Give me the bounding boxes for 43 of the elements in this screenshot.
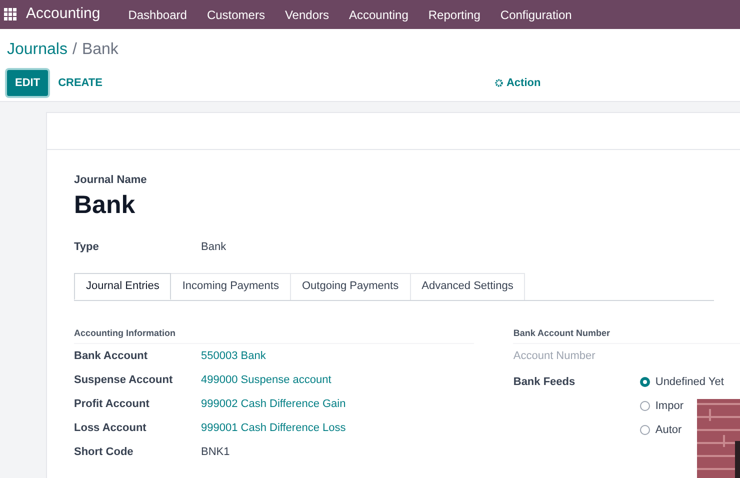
tab[interactable]: Advanced Settings <box>410 272 526 300</box>
account-number-field[interactable]: Account Number <box>513 348 634 364</box>
menu-item[interactable]: Configuration <box>490 6 582 24</box>
breadcrumb-separator: / <box>72 40 77 60</box>
radio-label[interactable]: Autor <box>655 422 682 438</box>
field-label: Profit Account <box>74 396 150 412</box>
breadcrumb-current: Bank <box>82 40 118 60</box>
account-link[interactable]: 550003 Bank <box>201 348 266 364</box>
edit-button[interactable]: EDIT <box>7 70 48 96</box>
menu-item[interactable]: Reporting <box>418 6 490 24</box>
tab[interactable]: Journal Entries <box>74 272 172 300</box>
menu-item[interactable]: Accounting <box>339 6 418 24</box>
account-link[interactable]: 999002 Cash Difference Gain <box>201 396 346 412</box>
create-button[interactable]: CREATE <box>58 74 102 92</box>
field-label: Short Code <box>74 444 134 460</box>
radio-button[interactable] <box>640 425 650 435</box>
field-label: Bank Account <box>74 348 149 364</box>
field-value: Bank <box>201 240 226 256</box>
gear-icon <box>495 79 504 87</box>
section-title: Bank Account Number <box>513 326 740 344</box>
app-title[interactable]: Accounting <box>26 3 100 26</box>
account-link[interactable]: 999001 Cash Difference Loss <box>201 420 346 436</box>
breadcrumb-link[interactable]: Journals <box>7 38 68 62</box>
radio-label[interactable]: Impor <box>655 398 684 414</box>
field-label: Type <box>74 240 100 256</box>
menu-item[interactable]: Customers <box>196 6 275 24</box>
field-label: Loss Account <box>74 420 148 436</box>
field-value: BNK1 <box>201 444 230 460</box>
field-label: Suspense Account <box>74 372 174 388</box>
field-label: Journal Name <box>74 173 148 188</box>
menu-item[interactable]: Dashboard <box>118 6 197 24</box>
radio-button[interactable] <box>640 401 650 411</box>
apps-grid-icon[interactable] <box>4 8 17 21</box>
menu-item[interactable]: Vendors <box>274 6 339 24</box>
action-button[interactable]: Action <box>495 74 541 92</box>
account-link[interactable]: 499000 Suspense account <box>201 372 332 388</box>
field-label: Bank Feeds <box>513 374 576 390</box>
radio-label[interactable]: Undefined Yet <box>655 374 724 390</box>
journal-name: Bank <box>74 190 136 220</box>
radio-button[interactable] <box>640 377 650 387</box>
section-title: Accounting Information <box>74 326 474 344</box>
tab[interactable]: Incoming Payments <box>171 272 291 300</box>
tab[interactable]: Outgoing Payments <box>290 272 411 300</box>
